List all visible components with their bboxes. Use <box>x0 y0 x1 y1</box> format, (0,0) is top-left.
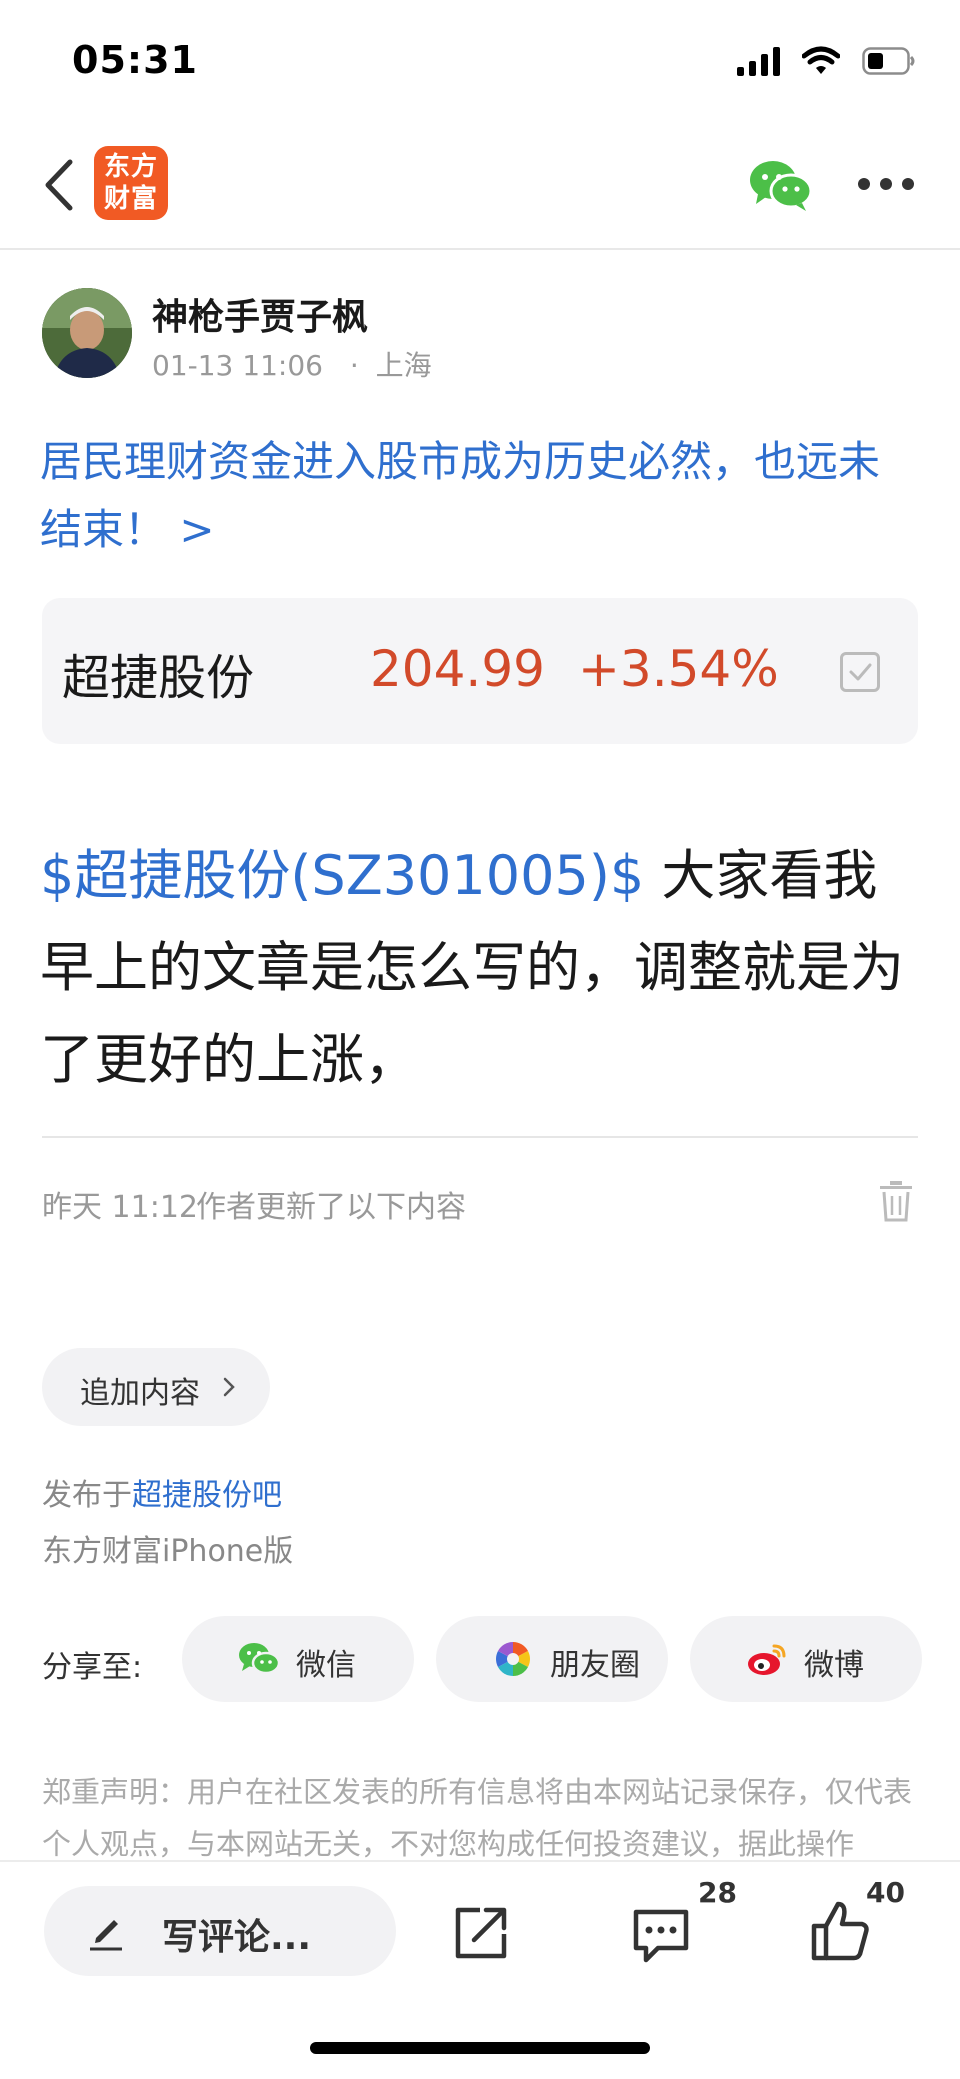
dot-icon <box>880 178 892 190</box>
eastmoney-logo[interactable]: 东方 财富 <box>94 146 168 220</box>
thumbs-up-icon <box>811 1901 869 1961</box>
comment-bubble-icon <box>633 1909 689 1963</box>
location-separator: · <box>349 349 359 382</box>
share-weibo-button[interactable]: 微博 <box>690 1616 922 1702</box>
stock-tag-link[interactable]: $超捷股份(SZ301005)$ <box>40 844 644 907</box>
post-meta: 01-13 11:06 · 上海 <box>152 344 432 384</box>
author-header: 神枪手贾子枫 01-13 11:06 · 上海 <box>42 288 922 384</box>
logo-line2: 财富 <box>103 184 158 214</box>
forward-button[interactable] <box>452 1904 510 1962</box>
comment-placeholder: 写评论... <box>162 1917 312 1958</box>
disclaimer-text: 郑重声明：用户在社区发表的所有信息将由本网站记录保存，仅代表个人观点，与本网站无… <box>42 1775 913 1861</box>
share-wechat-label: 微信 <box>296 1648 356 1683</box>
wechat-share-icon[interactable] <box>748 158 814 212</box>
home-indicator <box>310 2042 650 2054</box>
chevron-right-icon <box>223 1377 235 1397</box>
wechat-icon <box>239 1643 280 1675</box>
more-options-button[interactable] <box>858 178 914 194</box>
dot-icon <box>902 178 914 190</box>
stock-change: +3.54% <box>578 640 779 698</box>
post-time: 01-13 11:06 <box>152 349 323 382</box>
stock-price: 204.99 <box>370 640 545 698</box>
nav-bar: 东方 财富 <box>0 120 960 250</box>
stock-card[interactable]: 超捷股份 204.99 +3.54% <box>42 598 918 744</box>
share-row: 分享至: 微信 朋友圈 微博 <box>0 1616 960 1704</box>
bottom-action-bar: 写评论... 28 40 <box>0 1860 960 2079</box>
back-button[interactable] <box>36 152 86 218</box>
update-text: 作者更新了以下内容 <box>196 1190 466 1225</box>
share-moments-label: 朋友圈 <box>550 1648 640 1683</box>
update-time: 昨天 11:12 <box>42 1190 198 1225</box>
author-name[interactable]: 神枪手贾子枫 <box>152 288 368 340</box>
moments-icon <box>496 1642 530 1676</box>
share-moments-button[interactable]: 朋友圈 <box>436 1616 668 1702</box>
pen-icon <box>90 1920 122 1951</box>
dot-icon <box>858 178 870 190</box>
post-location: 上海 <box>375 349 432 382</box>
status-time: 05:31 <box>72 38 198 82</box>
share-out-icon <box>455 1907 507 1959</box>
likes-count: 40 <box>866 1876 905 1909</box>
cellular-signal-icon <box>737 46 780 76</box>
append-content-label: 追加内容 <box>80 1376 200 1411</box>
comment-input[interactable]: 写评论... <box>44 1886 396 1976</box>
status-icons <box>737 44 916 78</box>
avatar[interactable] <box>42 288 132 378</box>
divider <box>42 1136 918 1138</box>
logo-line1: 东方 <box>103 152 158 182</box>
watchlist-checkbox-icon[interactable] <box>840 652 880 692</box>
share-label: 分享至: <box>42 1650 143 1685</box>
client-info: 东方财富iPhone版 <box>42 1534 294 1569</box>
share-weibo-label: 微博 <box>804 1648 864 1683</box>
append-content-button[interactable]: 追加内容 <box>42 1348 270 1426</box>
chevron-left-icon <box>45 159 73 211</box>
publish-info: 发布于超捷股份吧 <box>42 1470 282 1514</box>
comments-count: 28 <box>698 1876 737 1909</box>
share-wechat-button[interactable]: 微信 <box>182 1616 414 1702</box>
update-row: 昨天 11:12 作者更新了以下内容 <box>42 1180 918 1225</box>
status-bar: 05:31 <box>0 0 960 120</box>
publish-prefix: 发布于 <box>42 1478 132 1513</box>
post-content: $超捷股份(SZ301005)$ 大家看我早上的文章是怎么写的，调整就是为了更好… <box>40 830 920 1106</box>
weibo-icon <box>748 1644 786 1675</box>
battery-icon <box>862 47 916 75</box>
like-button[interactable] <box>810 1898 872 1962</box>
stock-bar-link[interactable]: 超捷股份吧 <box>132 1478 282 1513</box>
stock-name: 超捷股份 <box>62 650 255 706</box>
wifi-icon <box>802 46 840 76</box>
trash-icon[interactable] <box>878 1180 914 1222</box>
post-title-link[interactable]: 居民理财资金进入股市成为历史必然，也远未结束！ > <box>40 428 920 564</box>
comments-button[interactable] <box>630 1906 692 1964</box>
